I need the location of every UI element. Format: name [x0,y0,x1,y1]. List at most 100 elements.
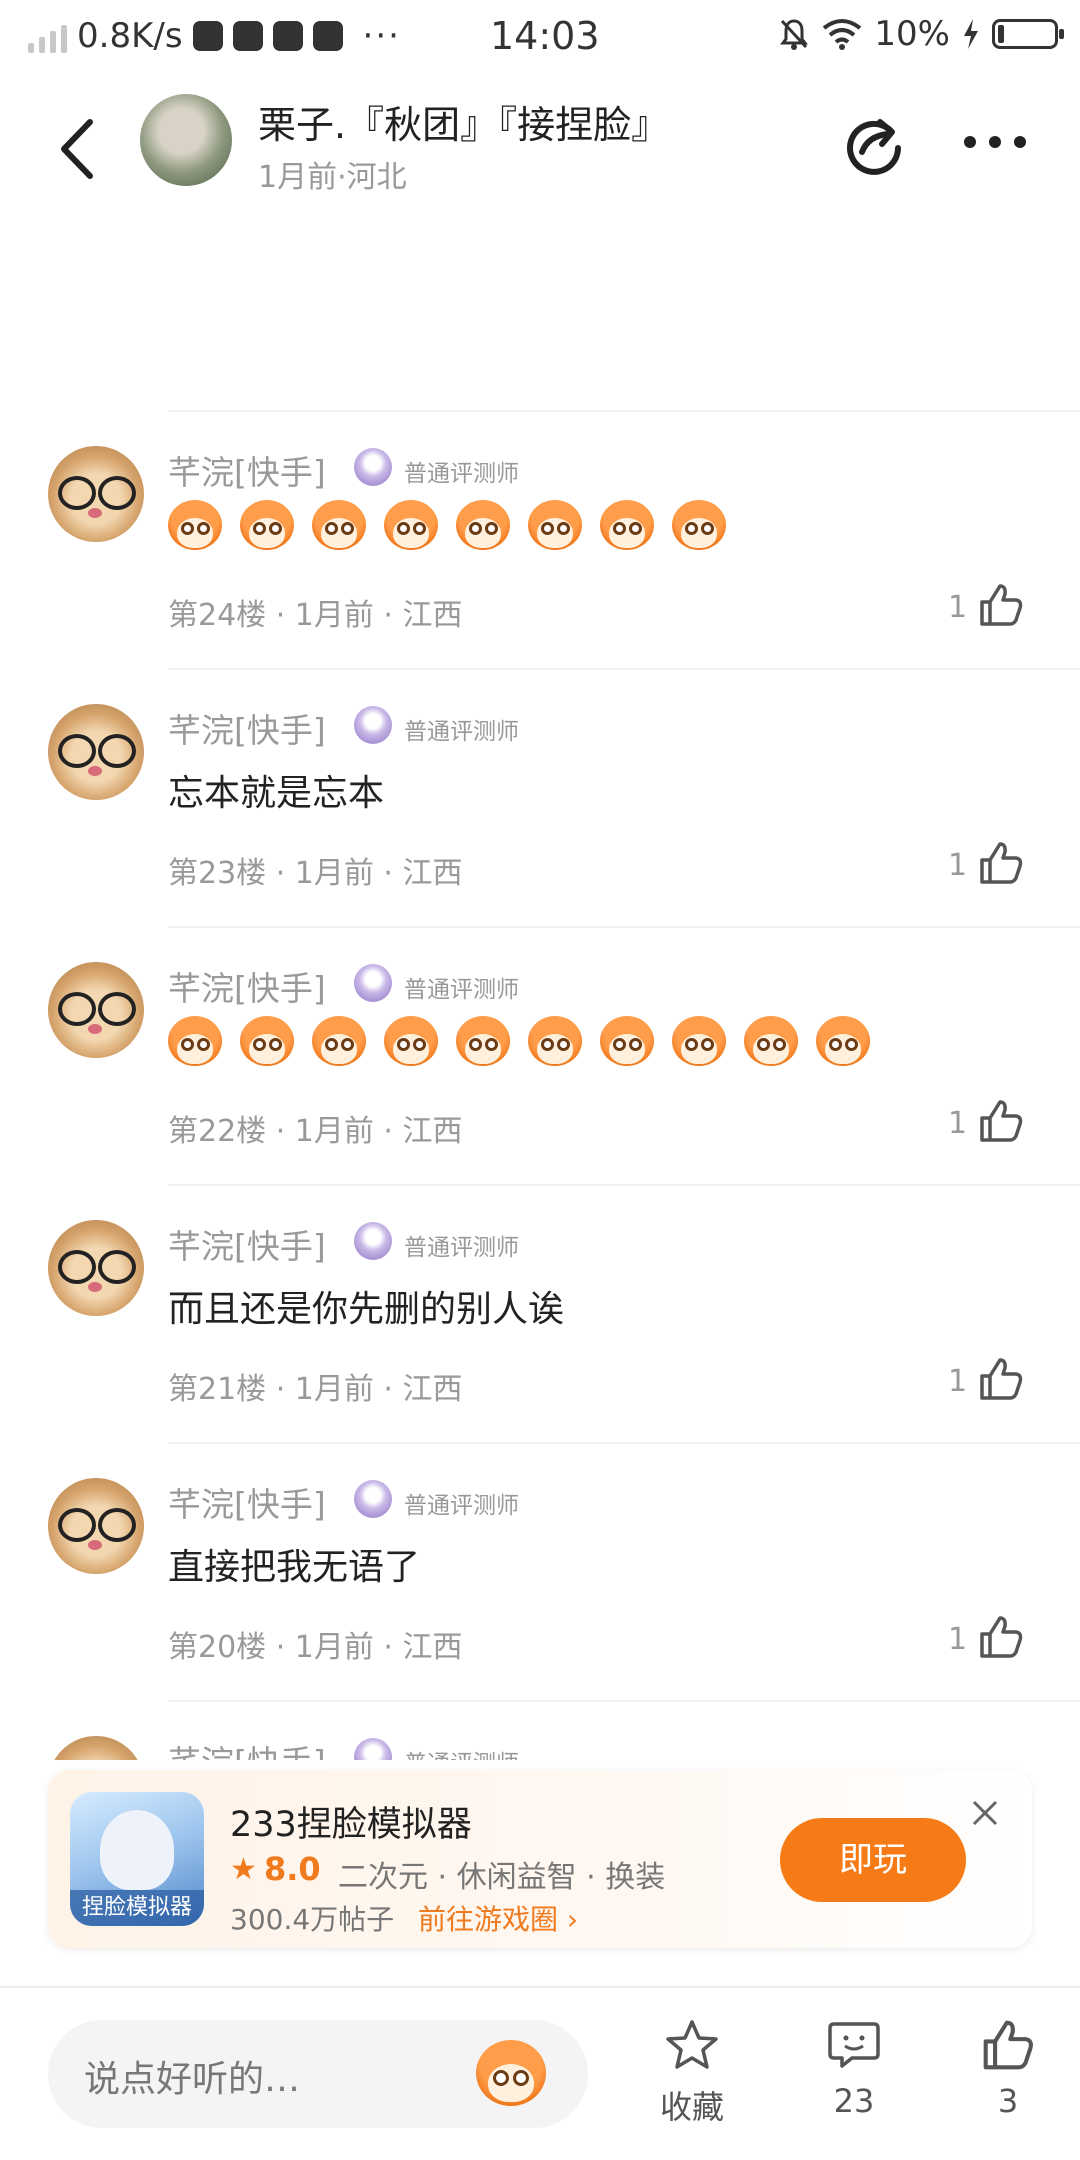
mascot-emoji-icon [384,500,438,550]
commenter-name[interactable]: 芊浣[快手] [168,962,326,1010]
play-now-button[interactable]: 即玩 [780,1818,966,1902]
game-title[interactable]: 233捏脸模拟器 [230,1796,472,1847]
comment-item: 芊浣[快手] 普通评测师 忘本就是忘本 第23楼 · 1月前 · 江西 1 [0,668,1080,926]
commenter-name[interactable]: 芊浣[快手] [168,1478,326,1526]
post-meta: 1月前·河北 [258,160,407,195]
commenter-name[interactable]: 芊浣[快手] [168,446,326,494]
mute-bell-icon [780,19,809,50]
mascot-emoji-icon [672,500,726,550]
comment-item: 芊浣[快手] 普通评测师 直接把我无语了 第20楼 · 1月前 · 江西 1 [0,1442,1080,1700]
game-icon-caption: 捏脸模拟器 [70,1890,204,1926]
comment-text: 直接把我无语了 [168,1547,421,1588]
game-icon[interactable]: 捏脸模拟器 [70,1792,204,1926]
reviewer-badge-icon [354,964,392,1002]
mascot-emoji-icon [456,500,510,550]
mail-app-icon [192,21,223,51]
app-icon [272,21,303,51]
post-count: 300.4万帖子 [230,1903,395,1936]
more-options-icon[interactable] [960,132,1030,152]
game-promo-card[interactable]: 捏脸模拟器 233捏脸模拟器 ★ 8.0 二次元 · 休闲益智 · 换装 300… [48,1770,1032,1948]
comment-item: 芊浣[快手] 普通评测师 第24楼 · 1月前 · 江西 1 [0,410,1080,668]
commenter-avatar[interactable] [48,1478,144,1574]
star-outline-icon [666,2020,718,2069]
thumbs-up-icon [983,2020,1033,2070]
favorite-tab[interactable]: 收藏 [632,2018,752,2128]
thumbs-up-icon[interactable] [978,1614,1024,1660]
battery-icon [992,19,1064,49]
like-count: 1 [948,590,968,625]
likes-count: 3 [997,2082,1019,2120]
commenter-name[interactable]: 芊浣[快手] [168,1736,326,1760]
mascot-emoji-icon [312,1016,366,1066]
comment-meta: 第24楼 · 1月前 · 江西 [168,598,463,633]
mascot-emoji-icon [600,500,654,550]
reviewer-badge: 普通评测师 [404,461,519,487]
comment-input[interactable]: 说点好听的… [48,2020,588,2128]
reviewer-badge-icon [354,1738,392,1760]
like-count: 1 [948,1622,968,1657]
reviewer-badge-icon [354,1222,392,1260]
share-icon[interactable] [840,108,910,178]
fan-app-icon [232,21,263,51]
comment-list: 芊浣[快手] 普通评测师 第24楼 · 1月前 · 江西 1 芊浣[快手] 普通… [0,410,1080,1760]
mascot-emoji-icon [528,1016,582,1066]
vivo-app-icon [312,21,343,51]
commenter-avatar[interactable] [48,962,144,1058]
author-avatar[interactable] [140,94,232,186]
back-arrow-icon[interactable] [52,114,104,184]
like-count: 1 [948,1364,968,1399]
reviewer-badge-icon [354,706,392,744]
mascot-emoji-icon[interactable] [476,2040,546,2106]
status-bar: 0.8K/s ··· 14:03 10% [0,0,1080,72]
signal-icon [28,19,67,53]
thumbs-up-icon[interactable] [978,840,1024,886]
commenter-avatar[interactable] [48,704,144,800]
reviewer-badge: 普通评测师 [404,719,519,745]
mascot-emoji-icon [600,1016,654,1066]
thumbs-up-icon[interactable] [978,1098,1024,1144]
status-left: 0.8K/s ··· [28,16,401,56]
comment-text: 忘本就是忘本 [168,773,385,814]
commenter-avatar[interactable] [48,446,144,542]
comment-text: 而且还是你先删的别人诶 [168,1289,565,1330]
commenter-name[interactable]: 芊浣[快手] [168,704,326,752]
reviewer-badge: 普通评测师 [404,1493,519,1519]
mascot-emoji-icon [240,500,294,550]
status-right: 10% [778,14,1064,54]
thumbs-up-icon[interactable] [978,1356,1024,1402]
author-name[interactable]: 栗子.『秋团』『接捏脸』 [258,94,669,149]
game-rating: 8.0 [264,1850,321,1888]
mascot-emoji-icon [384,1016,438,1066]
comments-tab[interactable]: 23 [794,2018,914,2120]
battery-percent: 10% [874,14,950,54]
mascot-emoji-icon [744,1016,798,1066]
game-circle-link[interactable]: 前往游戏圈 › [418,1898,578,1938]
comment-meta: 第20楼 · 1月前 · 江西 [168,1630,463,1665]
network-speed: 0.8K/s [77,16,183,56]
emoji-row [168,1016,870,1066]
like-count: 1 [948,1106,968,1141]
comment-meta: 第21楼 · 1月前 · 江西 [168,1372,463,1407]
bottom-bar: 说点好听的… 收藏 23 3 [0,1986,1080,2160]
more-notifications: ··· [362,16,401,56]
mascot-emoji-icon [168,1016,222,1066]
close-icon[interactable] [970,1798,1000,1828]
commenter-avatar[interactable] [48,1736,144,1760]
emoji-row [168,500,726,550]
chevron-right-icon: › [566,1903,579,1936]
comment-item: 芊浣[快手] 普通评测师 第22楼 · 1月前 · 江西 1 [0,926,1080,1184]
commenter-avatar[interactable] [48,1220,144,1316]
like-count: 1 [948,848,968,883]
favorite-label: 收藏 [659,2088,724,2126]
mascot-emoji-icon [240,1016,294,1066]
mascot-emoji-icon [672,1016,726,1066]
reviewer-badge: 普通评测师 [404,977,519,1003]
commenter-name[interactable]: 芊浣[快手] [168,1220,326,1268]
comment-item: 芊浣[快手] 普通评测师 [0,1700,1080,1760]
comment-meta: 第23楼 · 1月前 · 江西 [168,856,463,891]
thumbs-up-icon[interactable] [978,582,1024,628]
comment-bubble-icon [828,2022,880,2068]
post-header: 栗子.『秋团』『接捏脸』 1月前·河北 [0,72,1080,222]
reviewer-badge: 普通评测师 [404,1235,519,1261]
like-tab[interactable]: 3 [948,2018,1068,2120]
